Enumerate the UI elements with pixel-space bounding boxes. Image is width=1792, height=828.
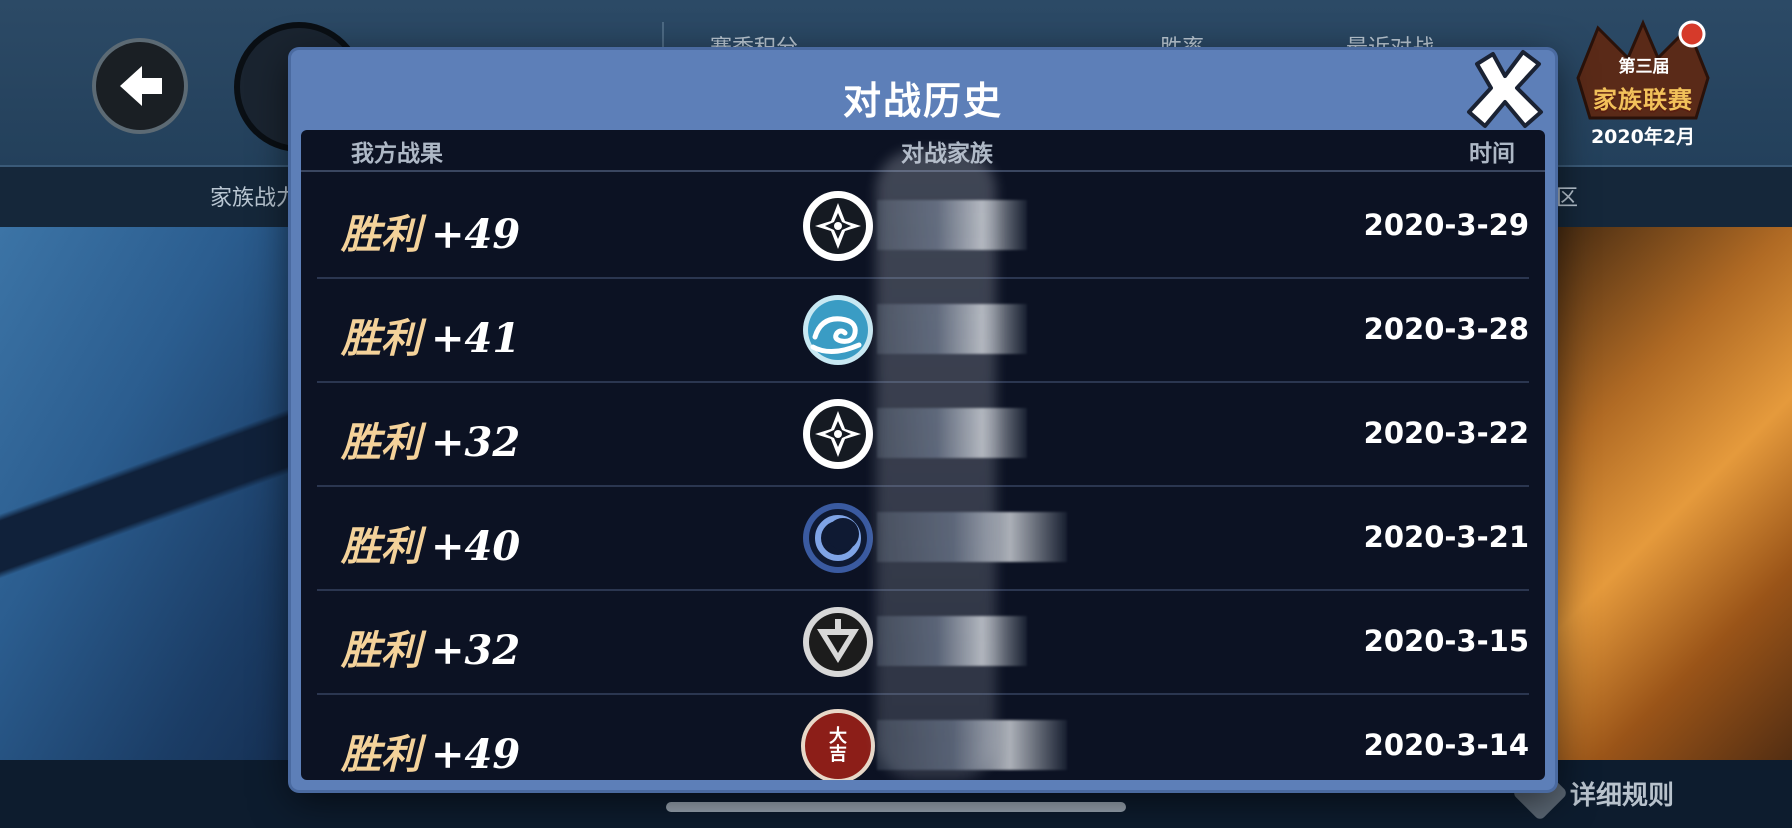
crescent-emblem-icon [803, 503, 873, 573]
swirl-wave-emblem-icon [803, 295, 873, 365]
points-gained: +49 [431, 731, 521, 778]
history-table: 我方战果 对战家族 时间 胜利 +49 2020-3-29 胜利 +41 202… [301, 130, 1545, 780]
tab-region[interactable]: 区 [1556, 180, 1578, 212]
result-label: 胜利 [341, 523, 421, 570]
points-gained: +32 [431, 627, 521, 674]
table-row[interactable]: 胜利 +32 2020-3-15 [317, 590, 1529, 695]
close-button[interactable] [1461, 46, 1547, 132]
emblem-text: 大吉 [829, 726, 847, 765]
background-art-right [1530, 227, 1792, 828]
badge-date: 2020年2月 [1590, 126, 1696, 148]
opponent-name-redacted [877, 512, 1067, 562]
close-icon [1467, 50, 1543, 128]
battle-date: 2020-3-22 [1363, 416, 1529, 450]
opponent-name-redacted [877, 720, 1067, 770]
triangle-kunai-emblem-icon [803, 607, 873, 677]
badge-title: 家族联赛 [1593, 86, 1693, 114]
column-header-result: 我方战果 [351, 141, 443, 167]
battle-result: 胜利 +41 [341, 306, 520, 364]
opponent-name-redacted [877, 304, 1027, 354]
table-row[interactable]: 胜利 +32 2020-3-22 [317, 382, 1529, 487]
battle-result: 胜利 +32 [341, 410, 520, 468]
shuriken-emblem-icon [803, 399, 873, 469]
points-gained: +41 [431, 315, 521, 362]
result-label: 胜利 [341, 211, 421, 258]
table-row[interactable]: 胜利 +49 2020-3-29 [317, 174, 1529, 279]
background-art-left [0, 227, 320, 828]
event-badge[interactable]: 第三届 家族联赛 2020年2月 [1568, 18, 1718, 148]
points-gained: +40 [431, 523, 521, 570]
shuriken-emblem-icon [803, 191, 873, 261]
daikichi-emblem-icon: 大吉 [801, 709, 875, 780]
battle-date: 2020-3-21 [1363, 520, 1529, 554]
result-label: 胜利 [341, 419, 421, 466]
arrow-left-icon [120, 66, 162, 106]
tab-clan-power[interactable]: 家族战力 [210, 180, 298, 212]
result-label: 胜利 [341, 315, 421, 362]
table-row[interactable]: 胜利 +49 大吉 2020-3-14 [317, 694, 1529, 780]
battle-history-dialog: 对战历史 我方战果 对战家族 时间 胜利 +49 2020-3-29 胜利 +4… [291, 50, 1555, 790]
back-button[interactable] [92, 38, 188, 134]
battle-result: 胜利 +32 [341, 618, 520, 676]
result-label: 胜利 [341, 627, 421, 674]
badge-edition: 第三届 [1618, 57, 1670, 77]
battle-date: 2020-3-28 [1363, 312, 1529, 346]
result-label: 胜利 [341, 731, 421, 778]
battle-date: 2020-3-29 [1363, 208, 1529, 242]
points-gained: +32 [431, 419, 521, 466]
column-header-opponent: 对战家族 [901, 141, 993, 167]
header-divider [301, 170, 1545, 172]
battle-date: 2020-3-15 [1363, 624, 1529, 658]
battle-result: 胜利 +49 [341, 722, 520, 780]
home-indicator[interactable] [666, 802, 1126, 812]
battle-date: 2020-3-14 [1363, 728, 1529, 762]
game-screen: 赛季积分 胜率 最近对战 家族战力 区 第三届 家族联赛 2020年2月 详细规… [0, 0, 1792, 828]
battle-result: 胜利 +49 [341, 202, 520, 260]
opponent-name-redacted [877, 200, 1027, 250]
points-gained: +49 [431, 211, 521, 258]
opponent-name-redacted [877, 408, 1027, 458]
dialog-title: 对战历史 [842, 79, 1003, 123]
table-row[interactable]: 胜利 +41 2020-3-28 [317, 278, 1529, 383]
opponent-name-redacted [877, 616, 1027, 666]
battle-result: 胜利 +40 [341, 514, 520, 572]
column-header-time: 时间 [1469, 141, 1515, 167]
table-row[interactable]: 胜利 +40 2020-3-21 [317, 486, 1529, 591]
detailed-rules-label: 详细规则 [1570, 780, 1675, 811]
